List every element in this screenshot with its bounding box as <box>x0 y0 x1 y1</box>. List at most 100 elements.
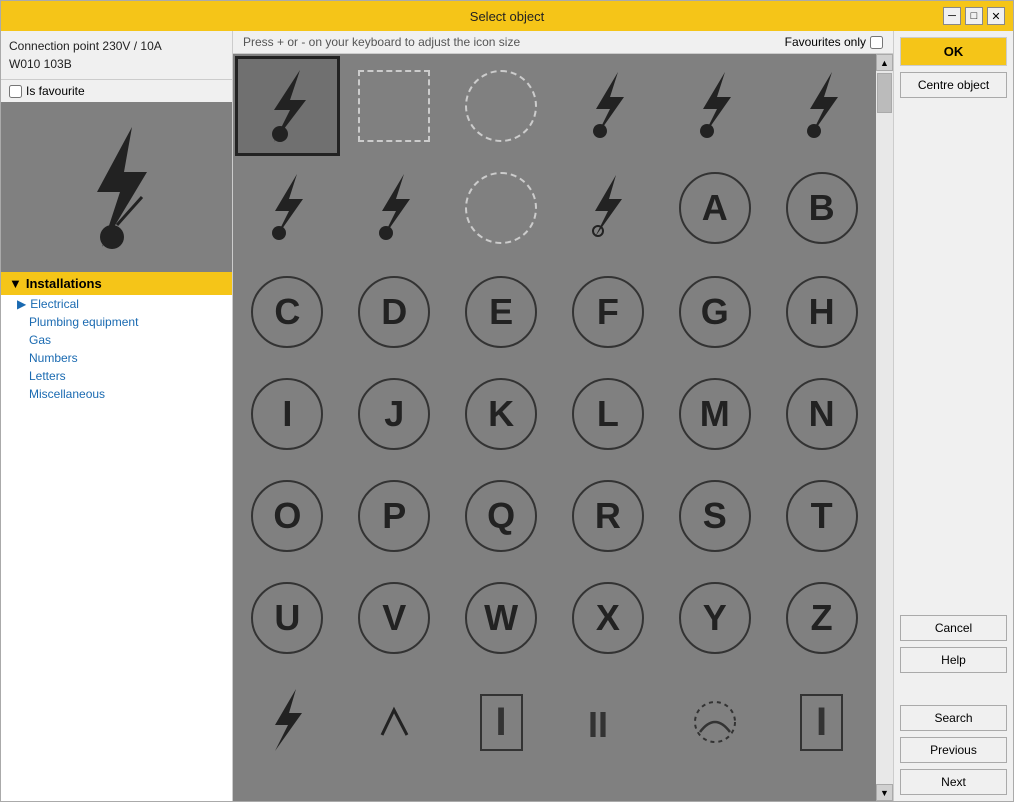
grid-cell-letter-L[interactable]: L <box>556 364 661 464</box>
grid-cell-bolt-5[interactable] <box>769 56 874 156</box>
spacer <box>900 104 1007 609</box>
cancel-button[interactable]: Cancel <box>900 615 1007 641</box>
tree-item-plumbing[interactable]: Plumbing equipment <box>1 313 232 331</box>
cell-inner: W <box>459 576 544 661</box>
restore-button[interactable]: □ <box>965 7 983 25</box>
grid-cell-bottom-arrow[interactable] <box>342 672 447 772</box>
grid-cell-letter-V[interactable]: V <box>342 568 447 668</box>
favourites-only-row[interactable]: Favourites only <box>785 35 883 49</box>
close-button[interactable]: ✕ <box>987 7 1005 25</box>
grid-cell-letter-H[interactable]: H <box>769 262 874 362</box>
grid-cell-dashed-square[interactable] <box>342 56 447 156</box>
grid-cell-letter-J[interactable]: J <box>342 364 447 464</box>
grid-cell-bottom-i3[interactable]: I <box>769 672 874 772</box>
main-content: Connection point 230V / 10A W010 103B Is… <box>1 31 1013 801</box>
grid-cell-letter-U[interactable]: U <box>235 568 340 668</box>
grid-cell-letter-K[interactable]: K <box>449 364 554 464</box>
cell-inner <box>565 166 650 251</box>
tree-item-numbers[interactable]: Numbers <box>1 349 232 367</box>
grid-cell-letter-Y[interactable]: Y <box>662 568 767 668</box>
grid-cell-letter-F[interactable]: F <box>556 262 661 362</box>
letter-I: I <box>251 378 323 450</box>
next-button[interactable]: Next <box>900 769 1007 795</box>
grid-cell-letter-M[interactable]: M <box>662 364 767 464</box>
grid-cell-dashed-circle[interactable] <box>449 56 554 156</box>
grid-cell-letter-X[interactable]: X <box>556 568 661 668</box>
scroll-down-button[interactable]: ▼ <box>876 784 893 801</box>
grid-cell-bottom-bolt1[interactable] <box>235 672 340 772</box>
letter-F: F <box>572 276 644 348</box>
tree-item-gas[interactable]: Gas <box>1 331 232 349</box>
search-button[interactable]: Search <box>900 705 1007 731</box>
double-i-icon: II <box>580 695 635 750</box>
grid-cell-letter-B[interactable]: B <box>769 158 874 258</box>
grid-cell-letter-I[interactable]: I <box>235 364 340 464</box>
tree-item-miscellaneous[interactable]: Miscellaneous <box>1 385 232 403</box>
grid-cell-letter-O[interactable]: O <box>235 466 340 566</box>
help-button[interactable]: Help <box>900 647 1007 673</box>
tree-root[interactable]: ▼ Installations <box>1 272 232 295</box>
grid-cell-letter-T[interactable]: T <box>769 466 874 566</box>
favourites-only-checkbox[interactable] <box>870 36 883 49</box>
grid-cell-bolt-r2-1[interactable] <box>235 158 340 258</box>
cell-inner: B <box>779 166 864 251</box>
grid-cell-bottom-i2[interactable]: II <box>556 672 661 772</box>
favourite-checkbox[interactable] <box>9 85 22 98</box>
grid-cell-bolt-3[interactable] <box>556 56 661 156</box>
dashed-circle-icon <box>465 70 537 142</box>
cell-inner: R <box>565 474 650 559</box>
letter-Z: Z <box>786 582 858 654</box>
grid-cell-bolt-r2-3[interactable] <box>556 158 661 258</box>
preview-symbol <box>62 117 172 257</box>
scroll-track[interactable] <box>876 71 893 784</box>
favourite-checkbox-row[interactable]: Is favourite <box>1 80 232 102</box>
grid-cell-bottom-i1[interactable]: I <box>449 672 554 772</box>
svg-text:II: II <box>588 704 608 745</box>
grid-cell-letter-A[interactable]: A <box>662 158 767 258</box>
preview-area <box>1 102 232 272</box>
spacer2 <box>900 679 1007 699</box>
titlebar-controls: ─ □ ✕ <box>943 7 1005 25</box>
grid-cell-bolt-4[interactable] <box>662 56 767 156</box>
grid-cell-letter-E[interactable]: E <box>449 262 554 362</box>
grid-cell-dashed-circle-r2[interactable] <box>449 158 554 258</box>
scroll-up-button[interactable]: ▲ <box>876 54 893 71</box>
ok-button[interactable]: OK <box>900 37 1007 66</box>
tree-item-label: Numbers <box>29 351 78 365</box>
cell-inner: Y <box>672 576 757 661</box>
grid-cell-letter-S[interactable]: S <box>662 466 767 566</box>
scroll-thumb[interactable] <box>877 73 892 113</box>
cell-inner: X <box>565 576 650 661</box>
tree-item-electrical[interactable]: ▶ Electrical <box>1 295 232 313</box>
grid-cell-letter-C[interactable]: C <box>235 262 340 362</box>
grid-cell-letter-Z[interactable]: Z <box>769 568 874 668</box>
grid-cell-letter-W[interactable]: W <box>449 568 554 668</box>
cell-inner: L <box>565 372 650 457</box>
letter-K: K <box>465 378 537 450</box>
grid-cell-letter-G[interactable]: G <box>662 262 767 362</box>
previous-button[interactable]: Previous <box>900 737 1007 763</box>
cell-inner: I <box>245 372 330 457</box>
minimize-button[interactable]: ─ <box>943 7 961 25</box>
cell-inner <box>459 64 544 149</box>
cell-inner <box>459 166 544 251</box>
grid-cell-letter-N[interactable]: N <box>769 364 874 464</box>
tree-item-letters[interactable]: Letters <box>1 367 232 385</box>
grid-cell-bottom-curve[interactable] <box>662 672 767 772</box>
grid-cell-letter-Q[interactable]: Q <box>449 466 554 566</box>
grid-cell-bolt-r2-2[interactable] <box>342 158 447 258</box>
grid-cell-bolt-selected[interactable] <box>235 56 340 156</box>
grid-cell-letter-D[interactable]: D <box>342 262 447 362</box>
connection-info: Connection point 230V / 10A W010 103B <box>1 31 232 80</box>
left-panel: Connection point 230V / 10A W010 103B Is… <box>1 31 233 801</box>
bolt-icon <box>580 173 635 243</box>
grid-cell-letter-P[interactable]: P <box>342 466 447 566</box>
cell-inner <box>352 680 437 765</box>
letter-A: A <box>679 172 751 244</box>
grid-cell-letter-R[interactable]: R <box>556 466 661 566</box>
dashed-circle-icon <box>465 172 537 244</box>
centre-object-button[interactable]: Centre object <box>900 72 1007 98</box>
tree-item-label: Plumbing equipment <box>29 315 138 329</box>
center-area: Press + or - on your keyboard to adjust … <box>233 31 893 801</box>
bolt-icon <box>685 69 745 144</box>
